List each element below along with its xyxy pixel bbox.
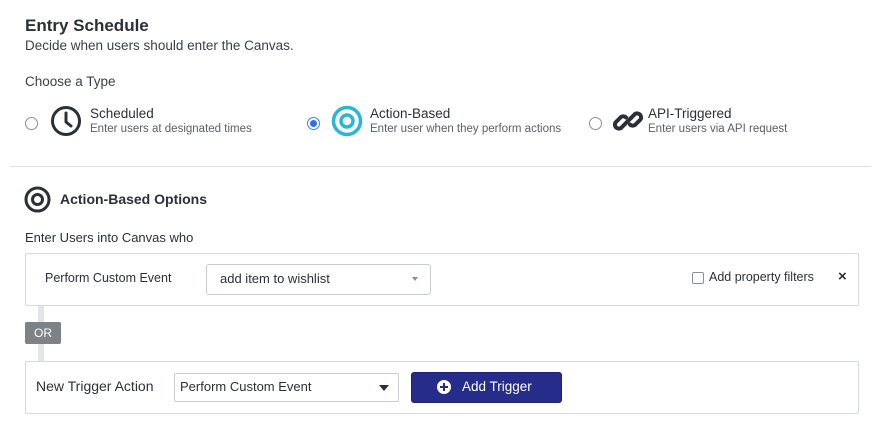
type-option-scheduled[interactable]: Scheduled Enter users at designated time… bbox=[24, 100, 264, 142]
scheduled-description: Enter users at designated times bbox=[90, 123, 252, 135]
link-icon bbox=[612, 105, 644, 137]
page-subtitle: Decide when users should enter the Canva… bbox=[25, 38, 294, 53]
or-badge: OR bbox=[25, 322, 61, 344]
type-option-action-based[interactable]: Action-Based Enter user when they perfor… bbox=[306, 100, 576, 142]
trigger-action-value: Perform Custom Event bbox=[180, 379, 312, 394]
property-filters-checkbox[interactable] bbox=[692, 272, 704, 284]
scheduled-radio[interactable] bbox=[25, 117, 38, 130]
page-title: Entry Schedule bbox=[25, 16, 149, 35]
api-triggered-radio[interactable] bbox=[589, 117, 602, 130]
trigger-type-label: Perform Custom Event bbox=[45, 271, 172, 285]
action-based-radio[interactable] bbox=[307, 117, 320, 130]
target-small-icon bbox=[24, 186, 51, 213]
action-based-options-title: Action-Based Options bbox=[60, 191, 208, 207]
custom-event-value: add item to wishlist bbox=[220, 271, 330, 286]
api-triggered-description: Enter users via API request bbox=[648, 123, 788, 135]
plus-circle-icon bbox=[437, 380, 451, 394]
action-based-title: Action-Based bbox=[370, 106, 451, 121]
caret-down-icon bbox=[379, 385, 389, 391]
target-icon bbox=[331, 105, 363, 137]
add-trigger-button-label[interactable]: Add Trigger bbox=[462, 379, 532, 394]
action-based-description: Enter user when they perform actions bbox=[370, 123, 562, 135]
choose-type-label: Choose a Type bbox=[25, 74, 116, 89]
scheduled-title: Scheduled bbox=[90, 106, 154, 121]
clock-icon bbox=[50, 105, 82, 137]
remove-trigger-icon[interactable]: × bbox=[838, 268, 847, 285]
api-triggered-title: API-Triggered bbox=[648, 106, 732, 121]
type-option-api-triggered[interactable]: API-Triggered Enter users via API reques… bbox=[588, 100, 828, 142]
property-filters-label[interactable]: Add property filters bbox=[709, 270, 814, 284]
enter-users-label: Enter Users into Canvas who bbox=[25, 230, 194, 245]
caret-down-icon bbox=[412, 277, 418, 281]
new-trigger-label: New Trigger Action bbox=[36, 378, 154, 394]
section-divider bbox=[10, 166, 871, 167]
